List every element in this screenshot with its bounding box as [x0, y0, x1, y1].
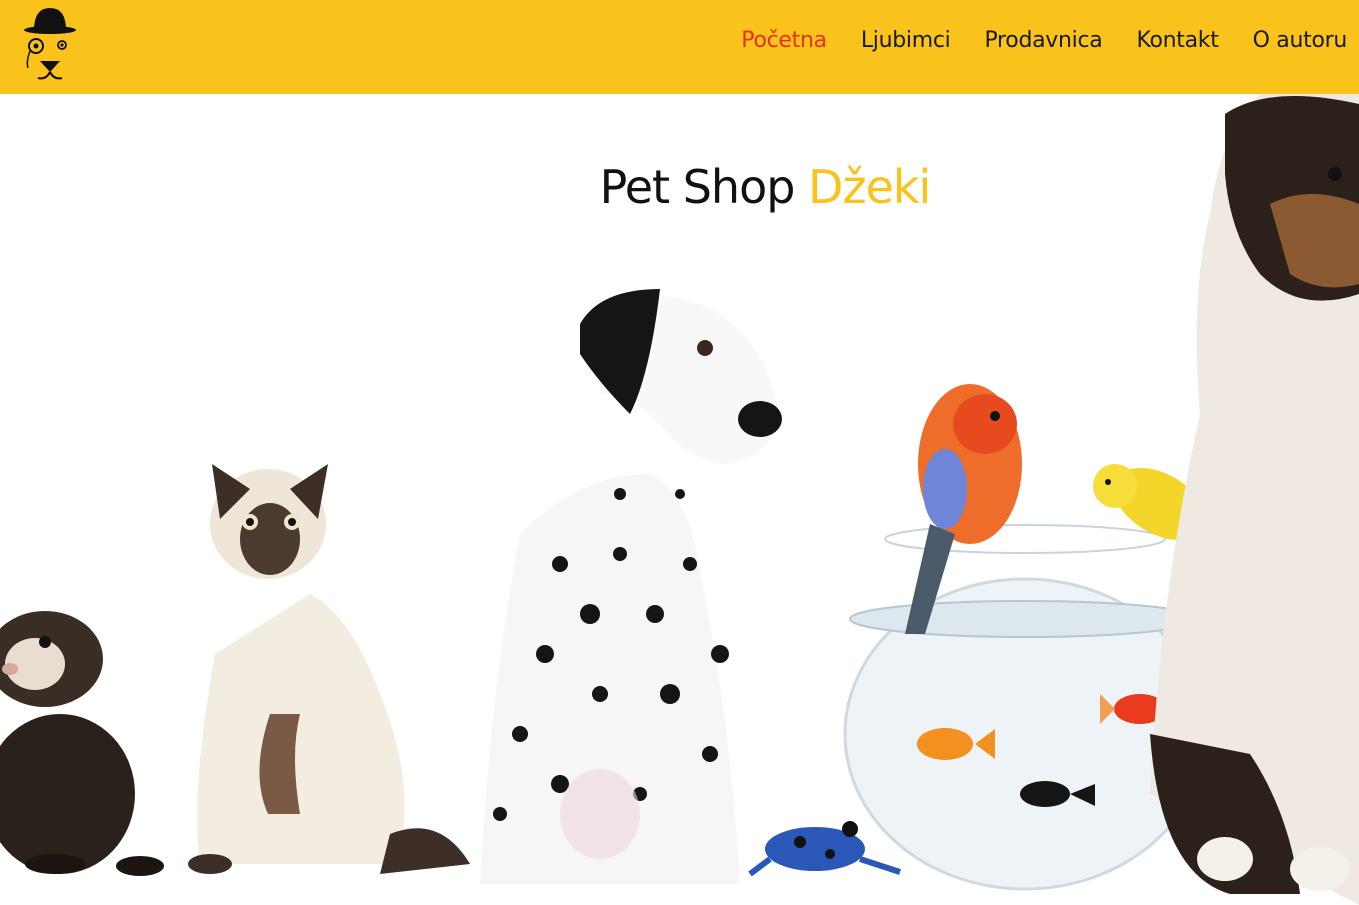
nav-item-o-autoru[interactable]: O autoru: [1253, 28, 1348, 53]
siamese-cat-image: [188, 464, 470, 874]
hero-section: Pet Shop Džeki: [0, 94, 1359, 905]
fishbowl-image: [843, 524, 1207, 891]
hero-pets-image: [0, 94, 1359, 905]
dalmatian-dog-image: [480, 289, 782, 884]
header-navbar: Početna Ljubimci Prodavnica Kontakt O au…: [0, 0, 1359, 94]
logo-dog-hat-icon[interactable]: [20, 2, 80, 86]
blue-frog-image: [748, 821, 901, 877]
hero-title-main: Pet Shop: [599, 160, 796, 214]
nav-item-ljubimci[interactable]: Ljubimci: [861, 28, 951, 53]
nav-item-kontakt[interactable]: Kontakt: [1136, 28, 1218, 53]
nav-item-pocetna[interactable]: Početna: [741, 28, 827, 53]
main-nav-menu: Početna Ljubimci Prodavnica Kontakt O au…: [741, 28, 1347, 53]
ferret-image: [0, 611, 164, 876]
hero-title-accent: Džeki: [808, 160, 931, 214]
hero-title: Pet Shop Džeki: [0, 160, 1359, 214]
nav-item-prodavnica[interactable]: Prodavnica: [984, 28, 1102, 53]
